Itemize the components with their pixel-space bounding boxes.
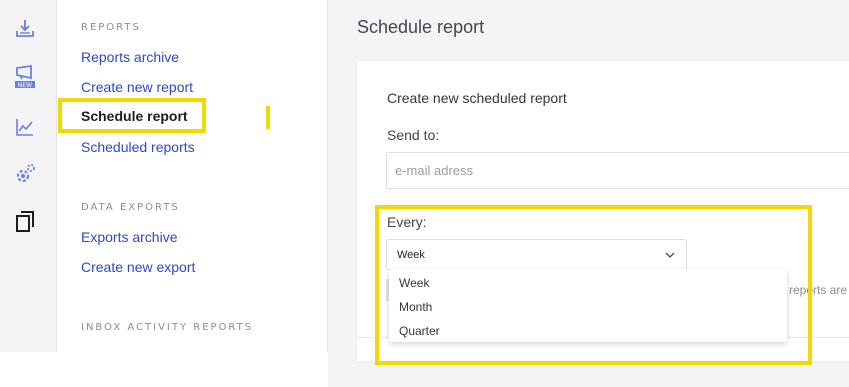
option-month[interactable]: Month — [399, 300, 432, 314]
section-inbox-activity-label: INBOX ACTIVITY REPORTS — [81, 322, 254, 333]
page-title: Schedule report — [357, 17, 485, 37]
main-content: Schedule report Create new scheduled rep… — [328, 0, 849, 387]
icon-rail: NEW — [0, 0, 57, 352]
settings-gear-icon[interactable] — [12, 161, 38, 187]
nav-exports-archive[interactable]: Exports archive — [81, 229, 177, 245]
chevron-down-icon — [665, 252, 675, 258]
every-select[interactable]: Week — [386, 239, 687, 270]
nav-schedule-report[interactable]: Schedule report — [81, 108, 188, 124]
nav-create-new-report[interactable]: Create new report — [81, 79, 193, 95]
send-to-label: Send to: — [387, 127, 440, 143]
every-label: Every: — [387, 214, 427, 230]
every-selected-value: Week — [397, 249, 425, 261]
email-input[interactable] — [386, 152, 849, 189]
active-nav-marker — [266, 106, 270, 129]
nav-scheduled-reports[interactable]: Scheduled reports — [81, 139, 195, 155]
app-root: NEW REPORTS Reports archive Create new r… — [0, 0, 849, 387]
copy-documents-icon[interactable] — [12, 209, 38, 235]
analytics-line-icon[interactable] — [12, 114, 38, 140]
nav-reports-archive[interactable]: Reports archive — [81, 49, 179, 65]
new-badge-text: NEW — [18, 82, 32, 89]
option-week[interactable]: Week — [399, 276, 429, 290]
new-campaign-icon[interactable]: NEW — [12, 64, 38, 90]
nav-create-new-export[interactable]: Create new export — [81, 259, 195, 275]
card-title: Create new scheduled report — [387, 90, 567, 106]
download-tray-icon[interactable] — [12, 16, 38, 42]
option-quarter[interactable]: Quarter — [399, 324, 440, 338]
section-data-exports-label: DATA EXPORTS — [81, 202, 180, 213]
section-reports-label: REPORTS — [81, 22, 141, 33]
reports-subnav: REPORTS Reports archive Create new repor… — [57, 0, 328, 352]
every-dropdown-menu: Week Month Quarter — [389, 269, 787, 342]
hint-text: reports are — [789, 283, 848, 297]
